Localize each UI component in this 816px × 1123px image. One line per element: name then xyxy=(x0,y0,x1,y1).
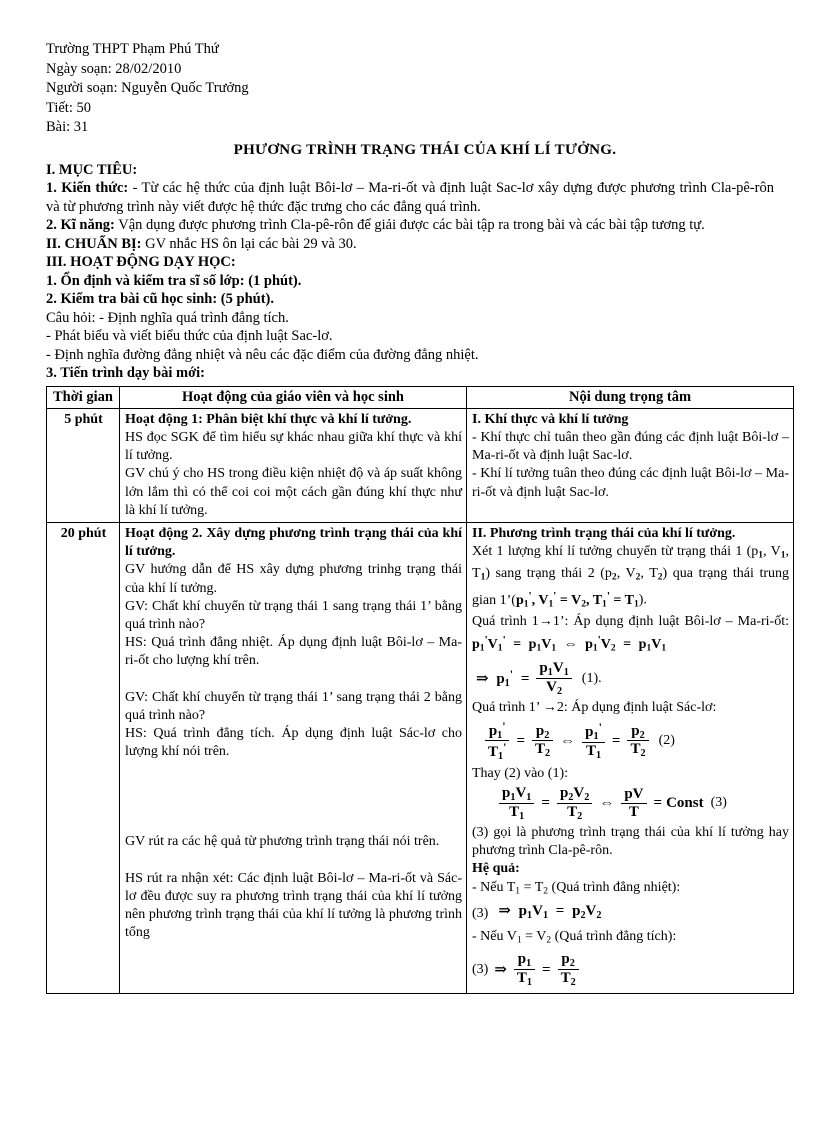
equation-boyle: p1'V1' = p1V1 ⇔ p1'V2 = p1V1 xyxy=(472,634,667,654)
activity1-title: Hoạt động 1: Phân biệt khí thực và khí l… xyxy=(125,411,412,427)
document-header: Trường THPT Phạm Phú Thứ Ngày soạn: 28/0… xyxy=(46,40,774,138)
preparation-label: II. CHUẨN BỊ: xyxy=(46,235,142,252)
row1-activity: Hoạt động 1: Phân biệt khí thực và khí l… xyxy=(119,407,467,523)
case2-ref: (3) xyxy=(472,961,489,977)
fraction-p1V1-over-V2: p1V1 V2 xyxy=(536,660,572,697)
activity2-spacer-6 xyxy=(125,852,462,870)
equation-3: p1V1 T1 = p2V2 T2 ⇔ pV T = Const (3) xyxy=(472,785,789,822)
content1-line2: - Khí thực chỉ tuân theo gần đúng các đị… xyxy=(472,429,789,464)
content2-intro-math: p1', V1' = V2, T1' = T1 xyxy=(515,589,639,610)
activity2-line3: GV: Chất khí chuyển từ trạng thái 1 sang… xyxy=(125,598,462,632)
row2-time: 20 phút xyxy=(46,521,120,994)
question-line-3: - Định nghĩa đường đẳng nhiệt và nêu các… xyxy=(46,346,479,363)
fraction-pV-over-T: pV T xyxy=(621,786,647,820)
column-header-activity: Hoạt động của giáo viên và học sinh xyxy=(119,385,467,409)
substitute-label: Thay (2) vào (1): xyxy=(472,765,569,781)
activity1-line2: HS đọc SGK để tìm hiểu sự khác nhau giữa… xyxy=(125,429,462,464)
content2-intro-end: ). xyxy=(638,592,647,608)
skills-text: Vận dụng được phương trình Cla-pê-rôn để… xyxy=(114,217,705,233)
row2-activity: Hoạt động 2. Xây dựng phương trình trạng… xyxy=(119,521,467,994)
row1-content: I. Khí thực và khí lí tưởng - Khí thực c… xyxy=(466,407,794,523)
period-number: Tiết: 50 xyxy=(46,99,91,116)
page-title: PHƯƠNG TRÌNH TRẠNG THÁI CỦA KHÍ LÍ TƯỞNG… xyxy=(233,141,617,158)
activity2-spacer-1 xyxy=(125,671,462,689)
activity2-line2: GV hướng dẫn để HS xây dựng phương trinh… xyxy=(125,562,462,596)
preparation-section: II. CHUẨN BỊ: GV nhắc HS ôn lại các bài … xyxy=(46,235,774,254)
column-header-content: Nội dung trọng tâm xyxy=(466,385,794,409)
column-header-time: Thời gian xyxy=(46,385,120,409)
document-page: Trường THPT Phạm Phú Thứ Ngày soạn: 28/0… xyxy=(0,0,816,1123)
step-review: 2. Kiểm tra bài cũ học sinh: (5 phút). xyxy=(46,291,274,307)
consequence-heading: Hệ quả: xyxy=(472,861,520,877)
question-line-2: - Phát biểu và viết biểu thức của định l… xyxy=(46,328,333,344)
case1-ref: (3) xyxy=(472,905,489,921)
process1-label: Quá trình 1→1’: Áp dụng định luật Bôi-lơ… xyxy=(472,614,790,654)
preparation-text: GV nhắc HS ôn lại các bài 29 và 30. xyxy=(141,235,357,252)
content2-intro: Xét 1 lượng khí lí tưởng chuyển từ trạng… xyxy=(472,543,789,613)
skills-label: 2. Kĩ năng: xyxy=(46,217,115,233)
activity2-spacer-5 xyxy=(125,815,462,833)
knowledge-label: 1. Kiến thức: xyxy=(46,180,129,196)
author-name: Người soạn: Nguyễn Quốc Trưởng xyxy=(46,80,249,96)
right-arrow-icon-2: → xyxy=(542,700,557,716)
equation-2-label: (2) xyxy=(658,732,675,748)
case-isothermal: - Nếu T1 = T2 (Quá trình đẳng nhiệt): xyxy=(472,879,681,897)
fraction-p1prime-over-T1prime: p1' T1' xyxy=(485,719,510,763)
activities-heading: III. HOẠT ĐỘNG DẠY HỌC: xyxy=(46,254,236,270)
fraction-p2-over-T2-c: p2 T2 xyxy=(557,951,579,988)
question-line-1: Câu hỏi: - Định nghĩa quá trình đẳng tíc… xyxy=(46,309,289,326)
fraction-p1V1-over-T1: p1V1 T1 xyxy=(499,785,535,822)
content2-conclusion: (3) gọi là phương trình trạng thái của k… xyxy=(472,825,789,859)
equation-3-label: (3) xyxy=(710,795,727,811)
equation-1: ⇒ p1' = p1V1 V2 (1). xyxy=(476,660,602,697)
step-new-lesson: 3. Tiến trình dạy bài mới: xyxy=(46,365,205,381)
fraction-p2V2-over-T2: p2V2 T2 xyxy=(556,785,593,822)
lesson-number: Bài: 31 xyxy=(46,119,89,135)
activity2-line6: HS: Quá trình đẳng tích. Áp dụng định lu… xyxy=(125,725,462,760)
row2-content: II. Phương trình trạng thái của khí lí t… xyxy=(466,521,794,994)
objectives-heading: I. MỤC TIÊU: xyxy=(46,161,138,178)
activity2-line8: HS rút ra nhận xét: Các định luật Bôi-lơ… xyxy=(125,870,462,941)
activity2-spacer-4 xyxy=(125,797,462,815)
table-header-row: Thời gian Hoạt động của giáo viên và học… xyxy=(46,385,794,409)
school-name: Trường THPT Phạm Phú Thứ xyxy=(46,41,219,57)
knowledge-text: - Từ các hệ thức của định luật Bôi-lơ – … xyxy=(46,180,774,215)
activity2-spacer-2 xyxy=(125,761,462,779)
equation-2: p1' T1' = p2 T2 ⇔ p1' T1 = p2 T2 (2) xyxy=(472,719,789,763)
activity2-line5: GV: Chất khí chuyển từ trạng thái 1’ san… xyxy=(125,689,462,723)
activity2-title: Hoạt động 2. Xây dựng phương trình trạng… xyxy=(125,525,462,560)
case-isochoric: - Nếu V1 = V2 (Quá trình đẳng tích): xyxy=(472,928,677,946)
process2-label: Quá trình 1’ →2: Áp dụng định luật Sác-l… xyxy=(472,700,717,716)
case-isothermal-equation: (3) ⇒ p1V1 = p2V2 xyxy=(472,903,602,922)
fraction-p2-over-T2: p2 T2 xyxy=(532,723,554,760)
activity2-line4: HS: Quá trình đẳng nhiệt. Áp dụng định l… xyxy=(125,635,462,669)
table-row: 20 phút Hoạt động 2. Xây dựng phương trì… xyxy=(46,521,794,994)
content1-heading: I. Khí thực và khí lí tưởng xyxy=(472,411,629,427)
activity1-line3: GV chú ý cho HS trong điều kiện nhiệt độ… xyxy=(125,466,462,518)
fraction-p2-over-T2-b: p2 T2 xyxy=(627,723,649,760)
const-label: Const xyxy=(666,795,704,812)
activity2-line7: GV rút ra các hệ quả từ phương trình trạ… xyxy=(125,834,440,850)
equation-1-label: (1). xyxy=(581,670,602,686)
content2-heading: II. Phương trình trạng thái của khí lí t… xyxy=(472,525,736,541)
fraction-p1prime-over-T1: p1' T1 xyxy=(582,721,605,761)
lesson-plan-table: Thời gian Hoạt động của giáo viên và học… xyxy=(46,385,794,994)
case-isochoric-equation: (3) ⇒ p1 T1 = p2 T2 xyxy=(472,951,789,988)
row1-time: 5 phút xyxy=(46,407,120,523)
objectives-section: I. MỤC TIÊU: 1. Kiến thức: - Từ các hệ t… xyxy=(46,161,774,383)
step-stabilize: 1. Ổn định và kiểm tra sĩ số lớp: (1 phú… xyxy=(46,272,302,289)
knowledge-objective: 1. Kiến thức: - Từ các hệ thức của định … xyxy=(46,179,774,216)
fraction-p1-over-T1: p1 T1 xyxy=(513,951,536,988)
content1-line3: - Khí lí tưởng tuân theo đúng các định l… xyxy=(472,466,789,500)
right-arrow-icon: → xyxy=(538,614,553,630)
skills-objective: 2. Kĩ năng: Vận dụng được phương trình C… xyxy=(46,216,774,235)
activity2-spacer-3 xyxy=(125,779,462,797)
table-row: 5 phút Hoạt động 1: Phân biệt khí thực v… xyxy=(46,407,794,523)
compose-date: Ngày soạn: 28/02/2010 xyxy=(46,60,182,77)
